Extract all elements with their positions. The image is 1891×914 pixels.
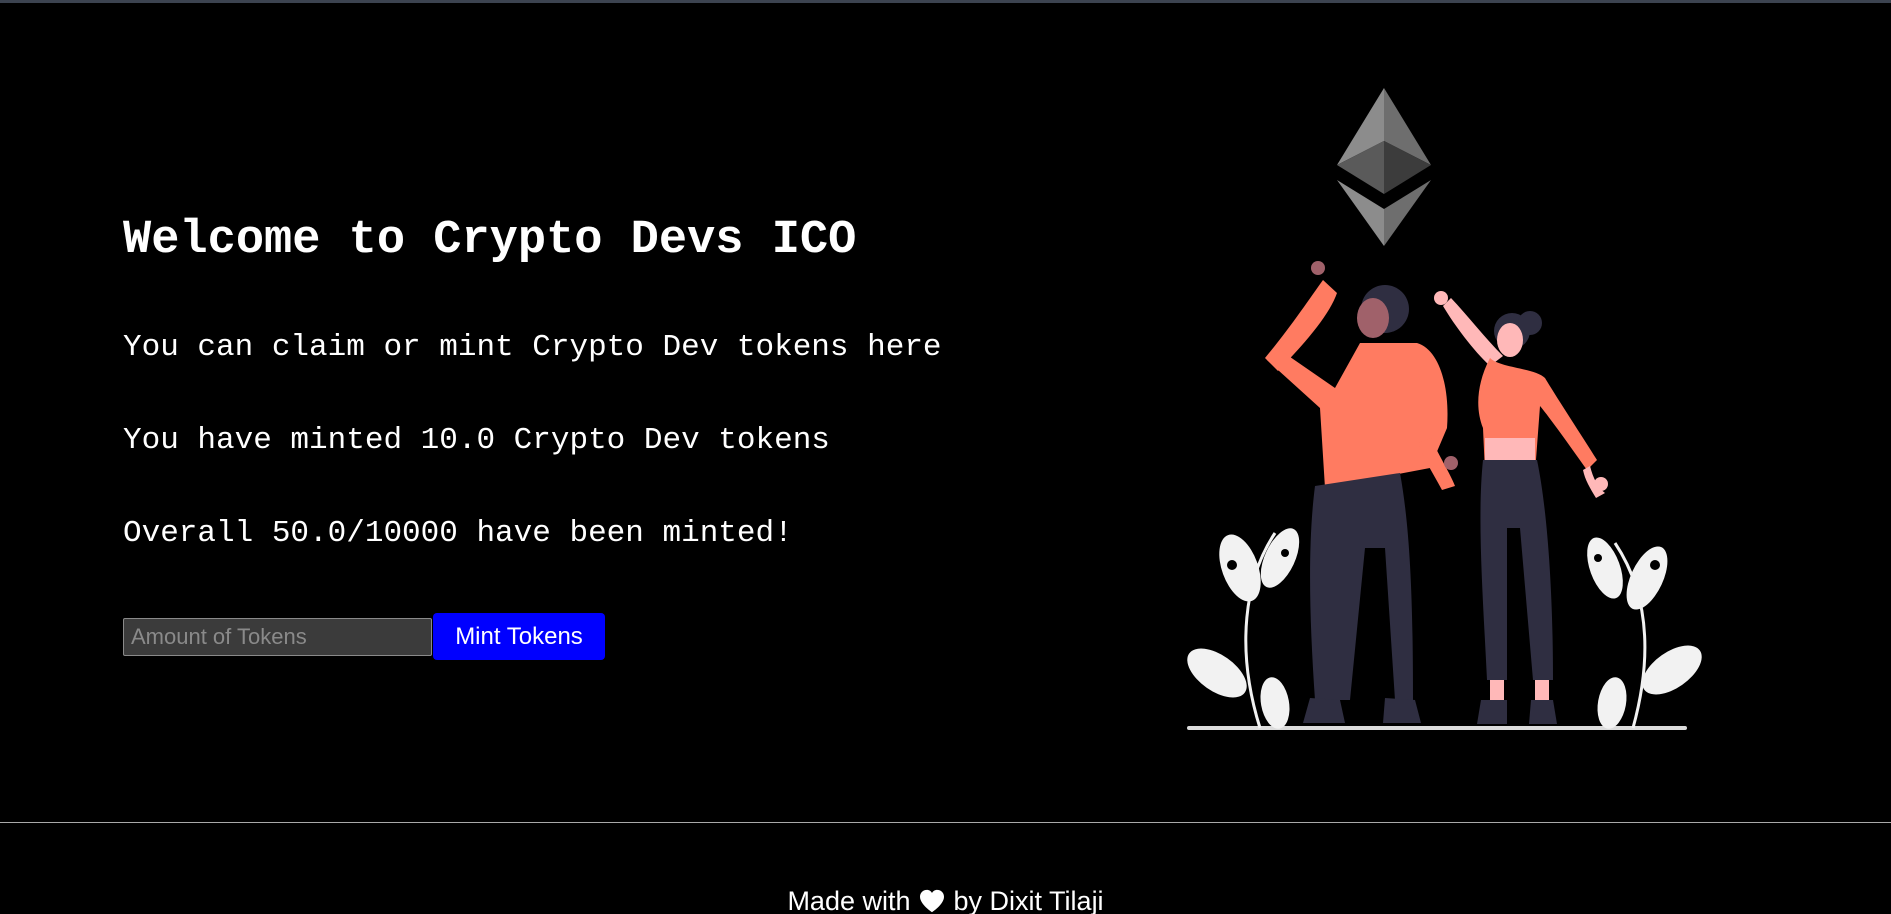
heart-icon [920,889,945,913]
page-title: Welcome to Crypto Devs ICO [123,214,857,267]
man-figure [1265,261,1458,723]
left-plant [1187,528,1300,729]
footer-credit: Made with by Dixit Tilaji [0,885,1891,914]
main-content: Welcome to Crypto Devs ICO You can claim… [0,3,1891,822]
total-minted-text: Overall 50.0/10000 have been minted! [123,516,793,551]
mint-tokens-button[interactable]: Mint Tokens [433,613,605,660]
ethereum-logo-icon [1337,88,1431,246]
footer: Made with by Dixit Tilaji [0,822,1891,914]
token-amount-input[interactable] [123,618,432,656]
intro-text: You can claim or mint Crypto Dev tokens … [123,330,942,365]
woman-figure [1434,291,1608,724]
right-plant [1587,537,1702,729]
people-cheering-illustration [1187,88,1702,730]
minted-balance-text: You have minted 10.0 Crypto Dev tokens [123,423,830,458]
footer-text-after: by Dixit Tilaji [953,886,1104,914]
footer-text-before: Made with [787,886,911,914]
